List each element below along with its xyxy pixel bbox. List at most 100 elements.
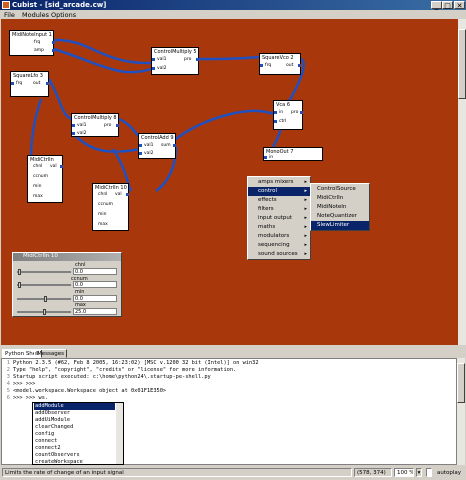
chnl-value[interactable]: 0.0 <box>73 268 117 275</box>
autocomplete-list[interactable]: addModule addObserver addUiModule clearC… <box>32 402 124 465</box>
node-controladd[interactable]: ControlAdd 9 val1 val2 sum <box>138 133 176 159</box>
window-title: Cubist - [sid_arcade.cw] <box>12 1 107 9</box>
submenu-item-notequantizer[interactable]: NoteQuantizer <box>311 212 369 221</box>
menu-file[interactable]: File <box>4 11 15 19</box>
ctx-item-input-output[interactable]: input output ▸ <box>248 214 310 223</box>
ctx-item-effects[interactable]: effects ▸ <box>248 196 310 205</box>
status-bar: Limits the rate of change of an input si… <box>0 466 466 480</box>
input-port[interactable] <box>11 82 14 85</box>
input-port[interactable] <box>139 152 142 155</box>
input-port[interactable] <box>264 156 267 159</box>
shell-line: 1 Python 2.3.5 (#62, Feb 8 2005, 16:23:02… <box>6 360 259 366</box>
output-port[interactable] <box>46 82 49 85</box>
port-label: pro <box>291 110 299 115</box>
menu-modules[interactable]: Modules <box>22 11 49 19</box>
ccnum-value[interactable]: 0.0 <box>73 281 117 288</box>
context-submenu: ControlSource MidiCtrlIn MidiNoteIn Note… <box>310 183 370 231</box>
max-value[interactable]: 25.0 <box>73 308 117 315</box>
node-title: SquareLfo 3 <box>13 73 43 79</box>
autoplay-checkbox[interactable] <box>426 468 432 477</box>
maximize-button[interactable]: □ <box>442 1 453 10</box>
output-port[interactable] <box>116 124 119 127</box>
ctx-item-sound-sources[interactable]: sound sources ▸ <box>248 250 310 259</box>
input-port[interactable] <box>274 111 277 114</box>
slider-knob[interactable] <box>43 309 46 315</box>
node-vca6[interactable]: Vca 6 in ctrl pro <box>273 100 303 130</box>
shell-vertical-scrollbar[interactable] <box>457 358 465 465</box>
autocomplete-item[interactable]: config <box>35 431 54 438</box>
output-port[interactable] <box>52 49 55 52</box>
scroll-thumb[interactable] <box>457 363 465 403</box>
submenu-item-midinotein[interactable]: MidiNoteIn <box>311 203 369 212</box>
port-label: val <box>50 164 57 169</box>
input-port[interactable] <box>72 132 75 135</box>
output-port[interactable] <box>298 64 301 67</box>
wire <box>175 109 274 140</box>
shell-line: 2 Type "help", "copyright", "credits" or … <box>6 367 237 373</box>
autocomplete-item[interactable]: connect <box>35 438 57 445</box>
output-port[interactable] <box>173 144 176 147</box>
autocomplete-item[interactable]: addUiModule <box>35 417 70 424</box>
node-title: ControlMultiply 8 <box>74 115 117 121</box>
node-monoout7[interactable]: MonoOut 7 in <box>263 147 323 161</box>
menu-options[interactable]: Options <box>51 11 76 19</box>
submenu-item-midictrlin[interactable]: MidiCtrlIn <box>311 194 369 203</box>
autocomplete-item[interactable]: createWorkspace <box>35 459 83 464</box>
autocomplete-item[interactable]: clearChanged <box>35 424 73 431</box>
canvas-vertical-scrollbar[interactable] <box>458 19 466 345</box>
node-midinoteinput[interactable]: MidiNoteInput 1 frq amp <box>9 30 55 56</box>
slider-knob[interactable] <box>44 296 47 302</box>
input-port[interactable] <box>152 67 155 70</box>
output-port[interactable] <box>126 193 129 196</box>
midictrlin-panel[interactable]: MidiCtrlIn 10 chnl 0.0 ccnum 0.0 min 0.0… <box>12 252 122 317</box>
port-label: pro <box>184 57 192 62</box>
port-label: sum <box>161 143 171 148</box>
min-slider[interactable] <box>17 296 71 302</box>
autocomplete-item[interactable]: addObserver <box>35 410 70 417</box>
chnl-slider[interactable] <box>17 269 71 275</box>
node-controlmultiply5[interactable]: ControlMultiply 5 val1 val2 pro <box>151 47 199 75</box>
output-port[interactable] <box>300 111 303 114</box>
node-squarelfo3[interactable]: SquareLfo 3 frq out <box>10 71 49 97</box>
ctx-item-modulators[interactable]: modulators ▸ <box>248 232 310 241</box>
node-controlmultiply8[interactable]: ControlMultiply 8 val1 val2 pro <box>71 113 119 137</box>
port-label: val1 <box>144 143 154 148</box>
close-button[interactable]: ✕ <box>454 1 465 10</box>
ctx-item-sequencing[interactable]: sequencing ▸ <box>248 241 310 250</box>
node-midictrlin[interactable]: MidiCtrlIn chnl val ccnum min max <box>27 155 63 203</box>
autocomplete-item[interactable]: addModule <box>34 403 115 410</box>
ctx-item-control[interactable]: control ▸ <box>248 187 310 196</box>
output-port[interactable] <box>60 165 63 168</box>
wire <box>53 38 152 65</box>
ccnum-slider[interactable] <box>17 282 71 288</box>
ctx-item-filters[interactable]: filters ▸ <box>248 205 310 214</box>
zoom-dropdown-icon[interactable]: ▾ <box>416 468 422 477</box>
tab-messages[interactable]: Messages <box>34 349 67 358</box>
submenu-item-controlsource[interactable]: ControlSource <box>311 185 369 194</box>
zoom-select[interactable]: 100 % <box>394 468 414 477</box>
max-slider[interactable] <box>17 309 71 315</box>
input-port[interactable] <box>139 144 142 147</box>
input-port[interactable] <box>260 64 263 67</box>
panel-title-bar[interactable]: MidiCtrlIn 10 <box>13 253 121 261</box>
submenu-item-slewlimiter[interactable]: SlewLimiter <box>311 221 369 230</box>
context-menu: amps mixers ▸ control ▸ effects ▸ filters ▸ … <box>247 176 311 260</box>
port-label: chnl <box>98 192 108 197</box>
autocomplete-scrollbar[interactable] <box>116 403 123 464</box>
input-port[interactable] <box>152 58 155 61</box>
output-port[interactable] <box>196 58 199 61</box>
autocomplete-item[interactable]: countObservers <box>35 452 80 459</box>
min-value[interactable]: 0.0 <box>73 295 117 302</box>
input-port[interactable] <box>274 120 277 123</box>
slider-knob[interactable] <box>18 282 21 288</box>
scroll-thumb[interactable] <box>458 29 466 99</box>
node-midictrlin10[interactable]: MidiCtrlIn 10 chnl val ccnum min max <box>92 183 129 231</box>
output-port[interactable] <box>52 41 55 44</box>
ctx-item-maths[interactable]: maths ▸ <box>248 223 310 232</box>
node-squarevco2[interactable]: SquareVco 2 frq out <box>259 53 301 75</box>
slider-knob[interactable] <box>18 269 21 275</box>
input-port[interactable] <box>72 124 75 127</box>
autocomplete-item[interactable]: connect2 <box>35 445 61 452</box>
minimize-button[interactable]: _ <box>431 1 442 10</box>
ctx-item-amps-mixers[interactable]: amps mixers ▸ <box>248 178 310 187</box>
